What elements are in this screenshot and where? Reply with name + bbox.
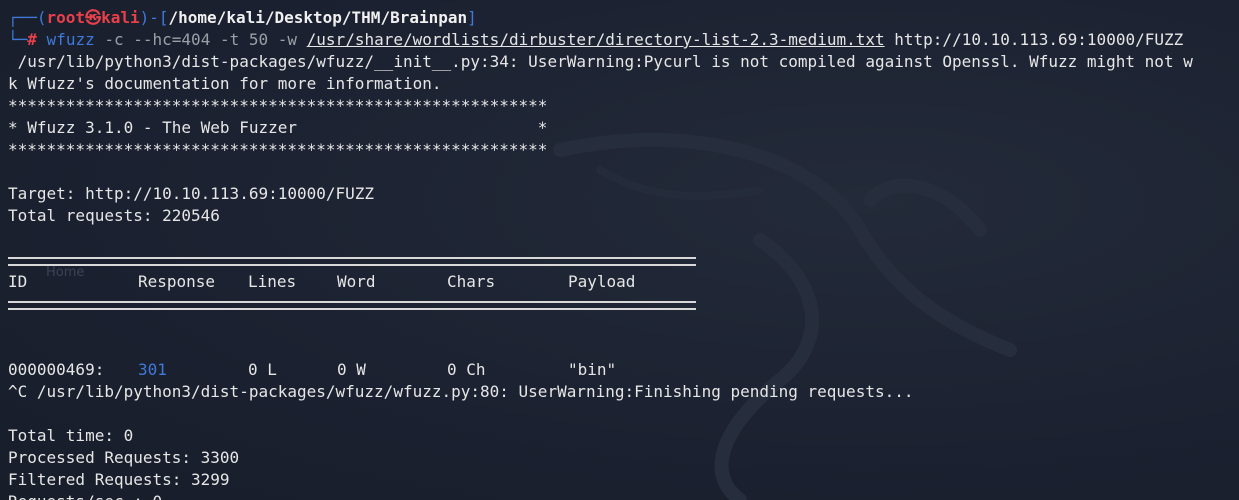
- prompt-open: ┌──(: [8, 8, 47, 27]
- prompt-at: ㉿: [85, 8, 102, 27]
- prompt-path: /home/kali/Desktop/THM/Brainpan: [168, 8, 468, 27]
- finish-warning: ^C /usr/lib/python3/dist-packages/wfuzz/…: [8, 382, 914, 401]
- prompt-hash: #: [27, 30, 37, 49]
- banner-title: * Wfuzz 3.1.0 - The Web Fuzzer *: [8, 118, 548, 137]
- header-id: ID: [8, 272, 28, 291]
- table-separator-bottom: [8, 293, 1239, 315]
- warning-line-1: /usr/lib/python3/dist-packages/wfuzz/__i…: [8, 52, 1193, 71]
- table-separator-top: [8, 249, 1239, 271]
- header-word: Word: [337, 272, 376, 291]
- command-target: http://10.10.113.69:10000/FUZZ: [894, 30, 1184, 49]
- row-lines: 0 L: [248, 360, 277, 379]
- stat-rate: Requests/sec.: 0: [8, 491, 1239, 500]
- table-row: 000000469: 301 0 L 0 W 0 Ch "bin": [8, 359, 1239, 381]
- prompt-corner: └─: [8, 30, 28, 49]
- info-target: Target: http://10.10.113.69:10000/FUZZ: [8, 184, 375, 203]
- stat-total-time: Total time: 0: [8, 426, 134, 445]
- header-response: Response: [138, 272, 216, 291]
- prompt-mid: )-[: [139, 8, 169, 27]
- row-chars: 0 Ch: [447, 360, 486, 379]
- info-total-requests: Total requests: 220546: [8, 206, 220, 225]
- prompt-line: ┌──(root㉿kali)-[/home/kali/Desktop/THM/B…: [8, 7, 1239, 29]
- stat-filtered: Filtered Requests: 3299: [8, 470, 230, 489]
- command-line[interactable]: └─# wfuzz -c --hc=404 -t 50 -w /usr/shar…: [8, 29, 1239, 51]
- row-word: 0 W: [337, 360, 366, 379]
- banner-stars-top: ****************************************…: [8, 96, 548, 115]
- header-payload: Payload: [568, 272, 636, 291]
- header-chars: Chars: [447, 272, 496, 291]
- table-header: ID Response Lines Word Chars Payload: [8, 271, 1239, 293]
- command-flags: -c --hc=404 -t 50 -w: [104, 30, 298, 49]
- banner-stars-bottom: ****************************************…: [8, 140, 548, 159]
- command-wordlist: /usr/share/wordlists/dirbuster/directory…: [306, 30, 885, 49]
- prompt-host: kali: [101, 8, 140, 27]
- header-lines: Lines: [248, 272, 297, 291]
- stat-processed: Processed Requests: 3300: [8, 448, 240, 467]
- row-response: 301: [138, 360, 167, 379]
- prompt-close: ]: [467, 8, 477, 27]
- row-payload: "bin": [568, 360, 617, 379]
- prompt-user: root: [46, 8, 86, 27]
- terminal-window[interactable]: Home ┌──(root㉿kali)-[/home/kali/Desktop/…: [0, 0, 1239, 500]
- command-bin: wfuzz: [46, 30, 95, 49]
- row-id: 000000469:: [8, 360, 105, 379]
- warning-line-2: k Wfuzz's documentation for more informa…: [8, 74, 442, 93]
